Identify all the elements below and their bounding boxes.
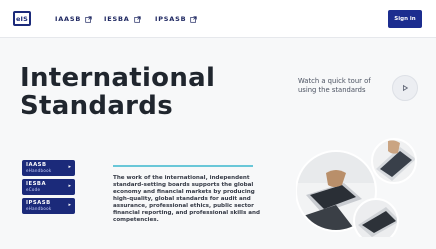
external-link-icon bbox=[85, 15, 92, 23]
external-link-icon bbox=[133, 15, 141, 23]
tour-text[interactable]: Watch a quick tour of using the standard… bbox=[298, 77, 388, 95]
chevron-right-icon: ▸ bbox=[68, 202, 71, 208]
play-video-button[interactable] bbox=[392, 75, 418, 101]
logo[interactable]: eIS bbox=[13, 11, 31, 26]
top-header: eIS IAASB IESBA IPSASB Sign in bbox=[0, 0, 436, 38]
description-text: The work of the international, independe… bbox=[113, 175, 260, 223]
laptop-collage-image bbox=[296, 138, 417, 237]
card-iesba-ecode[interactable]: IESBA eCode ▸ bbox=[22, 179, 75, 195]
hero-image bbox=[296, 133, 421, 237]
nav-link-label: IESBA bbox=[104, 15, 130, 23]
nav-link-iaasb[interactable]: IAASB bbox=[55, 15, 92, 23]
sign-in-button[interactable]: Sign in bbox=[388, 10, 422, 28]
nav-link-label: IPSASB bbox=[155, 15, 187, 23]
nav-link-iesba[interactable]: IESBA bbox=[104, 15, 141, 23]
chevron-right-icon: ▸ bbox=[68, 183, 71, 189]
title-line-1: International bbox=[20, 63, 216, 93]
page-title: International Standards bbox=[20, 64, 215, 120]
accent-divider bbox=[113, 165, 253, 167]
card-iaasb-ehandbook[interactable]: IAASB eHandbook ▸ bbox=[22, 160, 75, 176]
nav-link-ipsasb[interactable]: IPSASB bbox=[155, 15, 197, 23]
chevron-right-icon: ▸ bbox=[68, 164, 71, 170]
external-link-icon bbox=[190, 15, 197, 23]
nav-link-label: IAASB bbox=[55, 15, 82, 23]
play-icon bbox=[403, 84, 409, 92]
card-ipsasb-ehandbook[interactable]: IPSASB eHandbook ▸ bbox=[22, 198, 75, 214]
title-line-2: Standards bbox=[20, 91, 173, 121]
